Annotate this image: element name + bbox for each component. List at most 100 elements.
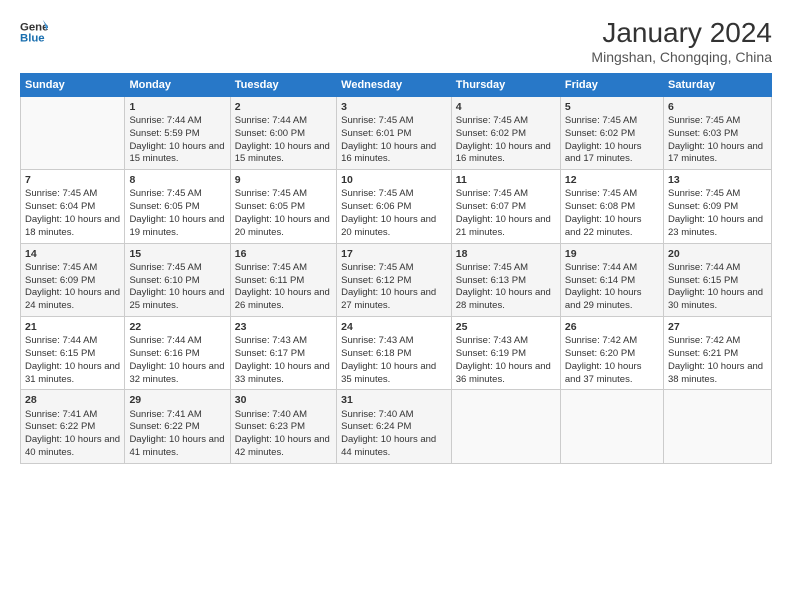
- day-number: 6: [668, 100, 767, 114]
- day-number: 17: [341, 247, 447, 261]
- sunset-text: Sunset: 6:15 PM: [25, 348, 95, 359]
- calendar-cell: 2Sunrise: 7:44 AMSunset: 6:00 PMDaylight…: [230, 96, 336, 169]
- calendar-cell: 25Sunrise: 7:43 AMSunset: 6:19 PMDayligh…: [451, 317, 560, 390]
- sunset-text: Sunset: 6:08 PM: [565, 201, 635, 212]
- sunset-text: Sunset: 6:05 PM: [235, 201, 305, 212]
- sunset-text: Sunset: 5:59 PM: [129, 128, 199, 139]
- daylight-text: Daylight: 10 hours and 20 minutes.: [235, 214, 330, 238]
- daylight-text: Daylight: 10 hours and 31 minutes.: [25, 361, 120, 385]
- calendar-cell: 12Sunrise: 7:45 AMSunset: 6:08 PMDayligh…: [560, 170, 663, 243]
- calendar-cell: 5Sunrise: 7:45 AMSunset: 6:02 PMDaylight…: [560, 96, 663, 169]
- day-number: 16: [235, 247, 332, 261]
- daylight-text: Daylight: 10 hours and 26 minutes.: [235, 287, 330, 311]
- sunrise-text: Sunrise: 7:40 AM: [235, 409, 307, 420]
- daylight-text: Daylight: 10 hours and 41 minutes.: [129, 434, 224, 458]
- daylight-text: Daylight: 10 hours and 18 minutes.: [25, 214, 120, 238]
- sunset-text: Sunset: 6:24 PM: [341, 421, 411, 432]
- calendar-cell: 24Sunrise: 7:43 AMSunset: 6:18 PMDayligh…: [337, 317, 452, 390]
- sunset-text: Sunset: 6:02 PM: [456, 128, 526, 139]
- sunrise-text: Sunrise: 7:43 AM: [456, 335, 528, 346]
- sunrise-text: Sunrise: 7:44 AM: [25, 335, 97, 346]
- sunset-text: Sunset: 6:18 PM: [341, 348, 411, 359]
- logo: General Blue: [20, 18, 48, 46]
- sunrise-text: Sunrise: 7:44 AM: [668, 262, 740, 273]
- sunset-text: Sunset: 6:07 PM: [456, 201, 526, 212]
- sunrise-text: Sunrise: 7:45 AM: [341, 188, 413, 199]
- calendar-cell: 26Sunrise: 7:42 AMSunset: 6:20 PMDayligh…: [560, 317, 663, 390]
- sunrise-text: Sunrise: 7:45 AM: [25, 188, 97, 199]
- svg-text:Blue: Blue: [20, 33, 45, 45]
- calendar-cell: 3Sunrise: 7:45 AMSunset: 6:01 PMDaylight…: [337, 96, 452, 169]
- calendar-week-2: 7Sunrise: 7:45 AMSunset: 6:04 PMDaylight…: [21, 170, 772, 243]
- sunset-text: Sunset: 6:23 PM: [235, 421, 305, 432]
- sunrise-text: Sunrise: 7:45 AM: [129, 188, 201, 199]
- calendar-cell: 1Sunrise: 7:44 AMSunset: 5:59 PMDaylight…: [125, 96, 230, 169]
- sunrise-text: Sunrise: 7:41 AM: [129, 409, 201, 420]
- sunrise-text: Sunrise: 7:43 AM: [235, 335, 307, 346]
- sunset-text: Sunset: 6:01 PM: [341, 128, 411, 139]
- daylight-text: Daylight: 10 hours and 15 minutes.: [235, 141, 330, 165]
- day-number: 21: [25, 320, 120, 334]
- day-number: 31: [341, 393, 447, 407]
- col-tuesday: Tuesday: [230, 73, 336, 96]
- sunset-text: Sunset: 6:19 PM: [456, 348, 526, 359]
- daylight-text: Daylight: 10 hours and 22 minutes.: [565, 214, 642, 238]
- sunset-text: Sunset: 6:15 PM: [668, 275, 738, 286]
- sunrise-text: Sunrise: 7:45 AM: [129, 262, 201, 273]
- calendar-cell: 10Sunrise: 7:45 AM Sunset: 6:06 PM Dayligh…: [337, 170, 452, 243]
- sunrise-text: Sunrise: 7:45 AM: [456, 262, 528, 273]
- sunrise-text: Sunrise: 7:43 AM: [341, 335, 413, 346]
- day-number: 26: [565, 320, 659, 334]
- col-sunday: Sunday: [21, 73, 125, 96]
- calendar-cell: 16Sunrise: 7:45 AMSunset: 6:11 PMDayligh…: [230, 243, 336, 316]
- header: General Blue January 2024 Mingshan, Chon…: [20, 18, 772, 65]
- daylight-text: Daylight: 10 hours and 32 minutes.: [129, 361, 224, 385]
- logo-icon: General Blue: [20, 18, 48, 46]
- day-number: 3: [341, 100, 447, 114]
- day-number: 24: [341, 320, 447, 334]
- col-saturday: Saturday: [663, 73, 771, 96]
- daylight-text: Daylight: 10 hours and 20 minutes.: [341, 214, 436, 238]
- sunset-text: Sunset: 6:04 PM: [25, 201, 95, 212]
- col-thursday: Thursday: [451, 73, 560, 96]
- sunset-text: Sunset: 6:06 PM: [341, 201, 411, 212]
- day-number: 20: [668, 247, 767, 261]
- calendar-cell: 6Sunrise: 7:45 AMSunset: 6:03 PMDaylight…: [663, 96, 771, 169]
- daylight-text: Daylight: 10 hours and 27 minutes.: [341, 287, 436, 311]
- sunset-text: Sunset: 6:16 PM: [129, 348, 199, 359]
- daylight-text: Daylight: 10 hours and 23 minutes.: [668, 214, 763, 238]
- calendar-cell: 21Sunrise: 7:44 AM Sunset: 6:15 PM Dayligh…: [21, 317, 125, 390]
- sunset-text: Sunset: 6:20 PM: [565, 348, 635, 359]
- calendar-cell: [451, 390, 560, 463]
- daylight-text: Daylight: 10 hours and 17 minutes.: [668, 141, 763, 165]
- sunrise-text: Sunrise: 7:45 AM: [235, 262, 307, 273]
- day-number: 11: [456, 173, 556, 187]
- day-number: 29: [129, 393, 225, 407]
- calendar-cell: 30Sunrise: 7:40 AMSunset: 6:23 PMDayligh…: [230, 390, 336, 463]
- day-number: 22: [129, 320, 225, 334]
- sunset-text: Sunset: 6:14 PM: [565, 275, 635, 286]
- sunset-text: Sunset: 6:22 PM: [129, 421, 199, 432]
- sunset-text: Sunset: 6:21 PM: [668, 348, 738, 359]
- daylight-text: Daylight: 10 hours and 17 minutes.: [565, 141, 642, 165]
- sunrise-text: Sunrise: 7:44 AM: [565, 262, 637, 273]
- calendar-cell: 15Sunrise: 7:45 AMSunset: 6:10 PMDayligh…: [125, 243, 230, 316]
- day-number: 27: [668, 320, 767, 334]
- sunrise-text: Sunrise: 7:45 AM: [456, 115, 528, 126]
- sunset-text: Sunset: 6:02 PM: [565, 128, 635, 139]
- daylight-text: Daylight: 10 hours and 15 minutes.: [129, 141, 224, 165]
- day-number: 5: [565, 100, 659, 114]
- daylight-text: Daylight: 10 hours and 24 minutes.: [25, 287, 120, 311]
- day-number: 10: [341, 173, 447, 187]
- sunset-text: Sunset: 6:05 PM: [129, 201, 199, 212]
- col-friday: Friday: [560, 73, 663, 96]
- day-number: 12: [565, 173, 659, 187]
- sunrise-text: Sunrise: 7:44 AM: [235, 115, 307, 126]
- sunrise-text: Sunrise: 7:45 AM: [235, 188, 307, 199]
- svg-text:General: General: [20, 21, 48, 33]
- calendar-week-4: 21Sunrise: 7:44 AM Sunset: 6:15 PM Dayligh…: [21, 317, 772, 390]
- day-number: 28: [25, 393, 120, 407]
- page: General Blue January 2024 Mingshan, Chon…: [0, 0, 792, 612]
- calendar-cell: 29 Sunrise: 7:41 AMSunset: 6:22 PM Dayligh…: [125, 390, 230, 463]
- calendar-week-5: 28 Sunrise: 7:41 AMSunset: 6:22 PM Dayligh…: [21, 390, 772, 463]
